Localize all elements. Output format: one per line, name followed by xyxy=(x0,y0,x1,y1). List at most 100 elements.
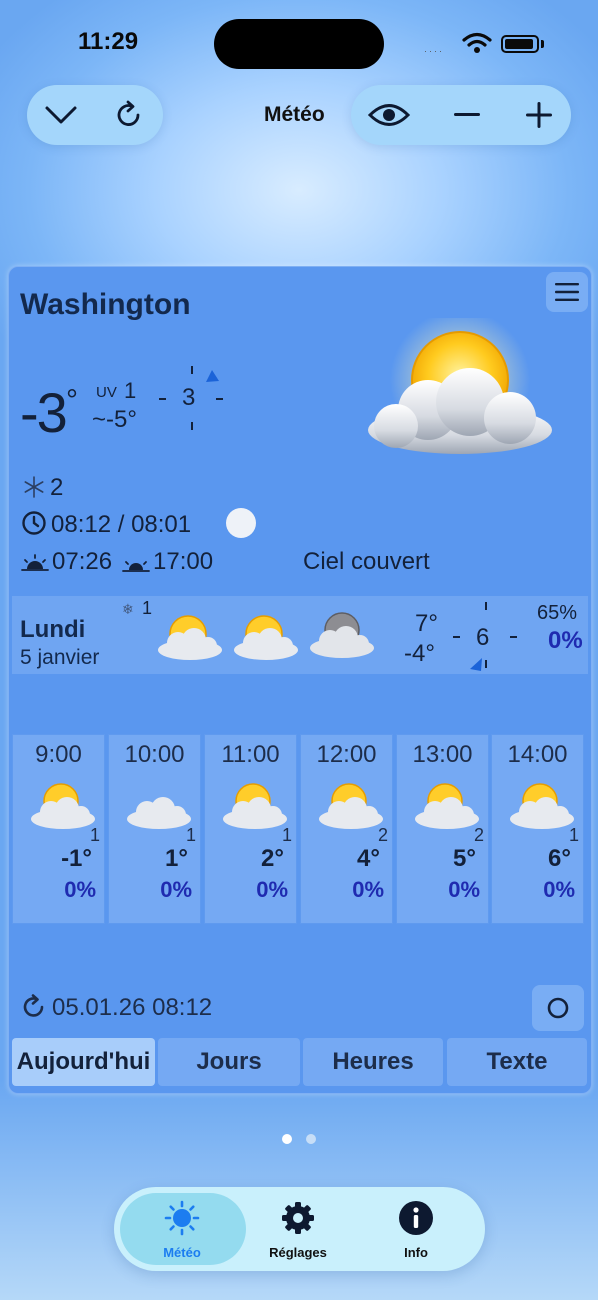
tab-today[interactable]: Aujourd'hui xyxy=(12,1038,155,1086)
sunset-time: 17:00 xyxy=(153,548,214,575)
hour-time: 10:00 xyxy=(124,741,185,768)
battery-tip xyxy=(541,40,544,48)
hour-column[interactable]: 12:00 2 4° 0% xyxy=(300,734,393,924)
hour-time: 11:00 xyxy=(221,741,280,768)
hour-snow-count: 1 xyxy=(568,825,579,845)
battery-icon xyxy=(501,35,539,53)
compass-tick-n xyxy=(485,602,487,610)
sun-cloud-icon xyxy=(158,615,222,660)
degree-symbol: ° xyxy=(66,384,78,417)
hour-precipitation: 0% xyxy=(352,877,384,902)
weather-condition: Ciel couvert xyxy=(303,548,430,575)
hour-column[interactable]: 14:00 1 6° 0% xyxy=(491,734,584,924)
collapse-button[interactable] xyxy=(31,85,91,145)
hour-temperature: 2° xyxy=(261,845,284,872)
clock-icon xyxy=(22,511,46,535)
compass-tick-e xyxy=(216,398,223,400)
sun-icon xyxy=(164,1200,200,1236)
page-dot-active[interactable] xyxy=(282,1134,292,1144)
snow-count: 2 xyxy=(50,474,64,501)
hour-column[interactable]: 11:00 1 2° 0% xyxy=(204,734,297,924)
circle-icon xyxy=(547,997,569,1019)
sunrise-icon xyxy=(21,554,49,571)
tab-hours[interactable]: Heures xyxy=(303,1038,443,1086)
compass-tick-w xyxy=(159,398,166,400)
snowflake-icon: ❄ xyxy=(122,601,134,617)
gear-icon xyxy=(282,1202,314,1234)
day-date: 5 janvier xyxy=(20,646,100,669)
record-button[interactable] xyxy=(532,985,584,1031)
compass-tick-w xyxy=(453,636,460,638)
sun-cloud-icon xyxy=(368,318,552,454)
wind-direction-icon xyxy=(470,658,482,671)
sun-cloud-icon xyxy=(319,783,383,829)
uv-value: 1 xyxy=(124,378,137,403)
sun-cloud-icon xyxy=(415,783,479,829)
compass-tick-n xyxy=(191,366,193,374)
day-name: Lundi xyxy=(20,616,86,643)
sun-cloud-icon xyxy=(234,615,298,660)
hour-snow-count: 1 xyxy=(281,825,292,845)
hour-column[interactable]: 10:00 1 1° 0% xyxy=(108,734,201,924)
day-precipitation: 0% xyxy=(548,627,583,654)
sunrise-time: 07:26 xyxy=(52,548,113,575)
hour-temperature: 5° xyxy=(453,845,476,872)
sun-cloud-icon xyxy=(223,783,287,829)
hour-precipitation: 0% xyxy=(160,877,192,902)
plus-icon xyxy=(526,102,552,128)
tab-days[interactable]: Jours xyxy=(158,1038,300,1086)
left-controls xyxy=(27,85,163,145)
hour-column[interactable]: 13:00 2 5° 0% xyxy=(396,734,489,924)
tabbar-meteo-label: Météo xyxy=(163,1245,201,1260)
compass-tick-s xyxy=(191,422,193,430)
feels-like: ~-5° xyxy=(92,406,137,433)
tab-text[interactable]: Texte xyxy=(447,1038,587,1086)
day-high-temp: 7° xyxy=(415,610,438,637)
hour-column[interactable]: 9:00 1 -1° 0% xyxy=(12,734,105,924)
day-wind-speed: 6 xyxy=(476,624,490,651)
wind-direction-icon xyxy=(206,370,219,382)
hour-time: 12:00 xyxy=(316,741,377,768)
eye-icon xyxy=(368,104,410,126)
hour-time: 14:00 xyxy=(507,741,568,768)
hamburger-icon xyxy=(555,283,579,301)
refresh-button[interactable] xyxy=(99,85,159,145)
visibility-button[interactable] xyxy=(359,85,419,145)
hour-temperature: 6° xyxy=(548,845,571,872)
hour-snow-count: 1 xyxy=(185,825,196,845)
info-icon xyxy=(399,1201,433,1235)
sun-cloud-icon xyxy=(510,783,574,829)
compass-tick-e xyxy=(510,636,517,638)
moon-phase-icon xyxy=(226,508,256,538)
current-temperature: -3 xyxy=(20,381,68,444)
compass-tick-s xyxy=(485,660,487,668)
tabbar-info[interactable]: Info xyxy=(361,1200,471,1260)
daylight-times: 08:12 / 08:01 xyxy=(51,511,192,538)
hour-precipitation: 0% xyxy=(64,877,96,902)
hour-precipitation: 0% xyxy=(256,877,288,902)
page-dot[interactable] xyxy=(306,1134,316,1144)
wifi-icon xyxy=(462,32,492,53)
zoom-in-button[interactable] xyxy=(509,85,569,145)
wind-speed: 3 xyxy=(182,384,196,411)
menu-button[interactable] xyxy=(546,272,588,312)
hour-precipitation: 0% xyxy=(543,877,575,902)
moon-cloud-icon xyxy=(310,612,374,658)
hour-temperature: 1° xyxy=(165,845,188,872)
uv-label: UV xyxy=(96,384,117,401)
page-title: Météo xyxy=(264,103,325,126)
tabbar-settings-label: Réglages xyxy=(269,1245,327,1260)
tabbar-settings[interactable]: Réglages xyxy=(243,1200,353,1260)
status-time: 11:29 xyxy=(78,28,139,55)
tabbar-info-label: Info xyxy=(404,1245,428,1260)
hour-precipitation: 0% xyxy=(448,877,480,902)
hour-time: 9:00 xyxy=(35,741,82,768)
sun-cloud-icon xyxy=(31,783,95,829)
tabbar-meteo[interactable]: Météo xyxy=(127,1200,237,1260)
day-snow-count: 1 xyxy=(142,598,153,618)
day-humidity: 65% xyxy=(537,602,578,624)
chevron-down-icon xyxy=(45,106,77,124)
zoom-out-button[interactable] xyxy=(437,85,497,145)
hour-time: 13:00 xyxy=(412,741,473,768)
sunset-icon xyxy=(122,561,150,572)
